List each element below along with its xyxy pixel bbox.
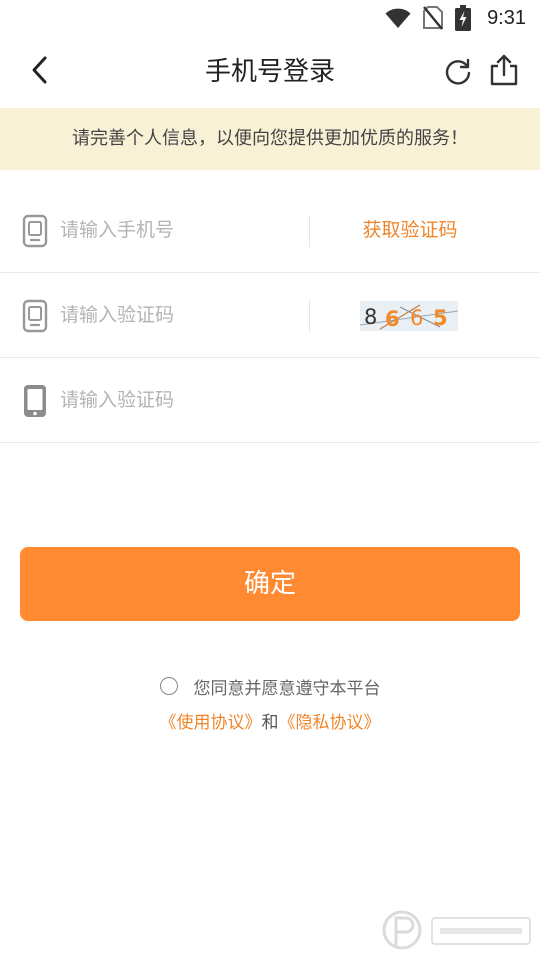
agreement-line: 您同意并愿意遵守本平台: [0, 672, 540, 700]
get-verification-code-button[interactable]: 获取验证码: [310, 210, 510, 250]
confirm-button[interactable]: 确定: [20, 547, 520, 621]
terms-of-use-link[interactable]: 《使用协议》: [160, 713, 262, 733]
sms-code-input[interactable]: [60, 380, 500, 420]
phone-outline-icon: [22, 299, 48, 333]
captcha-digit: 6: [385, 307, 400, 331]
battery-charging-icon: [455, 5, 472, 31]
watermark-logo: [380, 900, 540, 960]
agreement-links: 《使用协议》和《隐私协议》: [0, 709, 540, 737]
chevron-left-icon: [30, 55, 50, 89]
share-icon: [489, 54, 519, 90]
captcha-input[interactable]: [60, 295, 300, 335]
phone-outline-icon: [22, 214, 48, 248]
agreement-text: 您同意并愿意遵守本平台: [193, 678, 381, 699]
no-sim-icon: [423, 6, 444, 30]
login-screen: 9:31 手机号登录 请完善个人信息，以便向您提供更加优质的服务！ 请输入手机号…: [0, 0, 540, 960]
app-bar: 手机号登录: [0, 36, 540, 108]
share-button[interactable]: [486, 54, 522, 90]
info-notice-banner: 请完善个人信息，以便向您提供更加优质的服务！: [0, 108, 540, 170]
back-button[interactable]: [22, 54, 58, 90]
and-text: 和: [261, 713, 279, 733]
status-time: 9:31: [487, 6, 526, 29]
captcha-digit: 8: [364, 305, 377, 329]
wifi-icon: [385, 7, 411, 29]
phone-input[interactable]: [60, 210, 300, 250]
refresh-icon: [444, 58, 472, 90]
phone-row: 获取验证码: [0, 188, 540, 273]
status-bar: 9:31: [0, 0, 540, 36]
captcha-image[interactable]: 8 6 6 5: [360, 301, 458, 331]
captcha-row: 8 6 6 5: [0, 273, 540, 358]
captcha-digit: 6: [410, 306, 423, 330]
phone-filled-icon: [22, 384, 48, 418]
captcha-digit: 5: [433, 306, 448, 330]
refresh-button[interactable]: [440, 56, 476, 92]
agreement-checkbox[interactable]: [159, 677, 178, 695]
sms-code-row: [0, 358, 540, 443]
row-divider: [309, 300, 310, 332]
privacy-policy-link[interactable]: 《隐私协议》: [279, 713, 381, 733]
